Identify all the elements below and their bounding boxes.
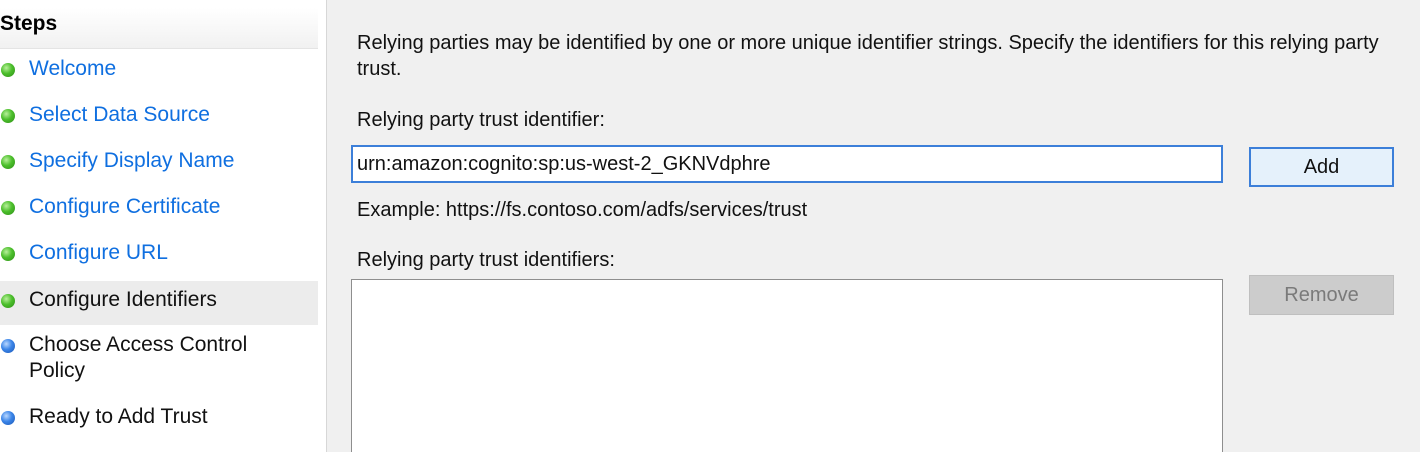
step-label[interactable]: Specify Display Name: [29, 148, 234, 174]
step-label: Choose Access Control Policy: [29, 333, 248, 382]
blue-status-dot-icon: [1, 411, 15, 425]
step-specify-display-name[interactable]: Specify Display Name: [0, 142, 318, 186]
step-ready-to-add-trust: Ready to Add Trust: [0, 398, 318, 442]
wizard-window: Steps Welcome Select Data Source Specify…: [0, 0, 1420, 452]
green-status-dot-icon: [1, 155, 15, 169]
green-status-dot-icon: [1, 63, 15, 77]
step-select-data-source[interactable]: Select Data Source: [0, 96, 318, 140]
green-status-dot-icon: [1, 247, 15, 261]
identifiers-list[interactable]: [351, 279, 1223, 452]
step-label[interactable]: Configure URL: [29, 240, 168, 266]
step-welcome[interactable]: Welcome: [0, 50, 318, 94]
step-choose-access-control-policy: Choose Access Control Policy: [0, 326, 318, 390]
step-label[interactable]: Select Data Source: [29, 102, 210, 128]
step-label: Configure Identifiers: [29, 288, 217, 311]
green-status-dot-icon: [1, 294, 15, 308]
blue-status-dot-icon: [1, 339, 15, 353]
step-configure-url[interactable]: Configure URL: [0, 234, 318, 278]
add-button[interactable]: Add: [1249, 147, 1394, 187]
step-configure-certificate[interactable]: Configure Certificate: [0, 188, 318, 232]
identifier-input[interactable]: [351, 145, 1223, 183]
steps-title: Steps: [0, 12, 58, 35]
step-label: Ready to Add Trust: [29, 405, 208, 428]
remove-button: Remove: [1249, 275, 1394, 315]
content-pane: Relying parties may be identified by one…: [326, 0, 1420, 452]
step-label[interactable]: Configure Certificate: [29, 194, 220, 220]
identifier-label: Relying party trust identifier:: [357, 109, 605, 131]
example-text: Example: https://fs.contoso.com/adfs/ser…: [357, 199, 808, 221]
green-status-dot-icon: [1, 201, 15, 215]
intro-text: Relying parties may be identified by one…: [357, 32, 1379, 80]
step-configure-identifiers: Configure Identifiers: [0, 281, 318, 325]
green-status-dot-icon: [1, 109, 15, 123]
steps-pane: Steps Welcome Select Data Source Specify…: [0, 0, 320, 452]
step-label[interactable]: Welcome: [29, 56, 116, 82]
identifiers-list-label: Relying party trust identifiers:: [357, 249, 615, 271]
